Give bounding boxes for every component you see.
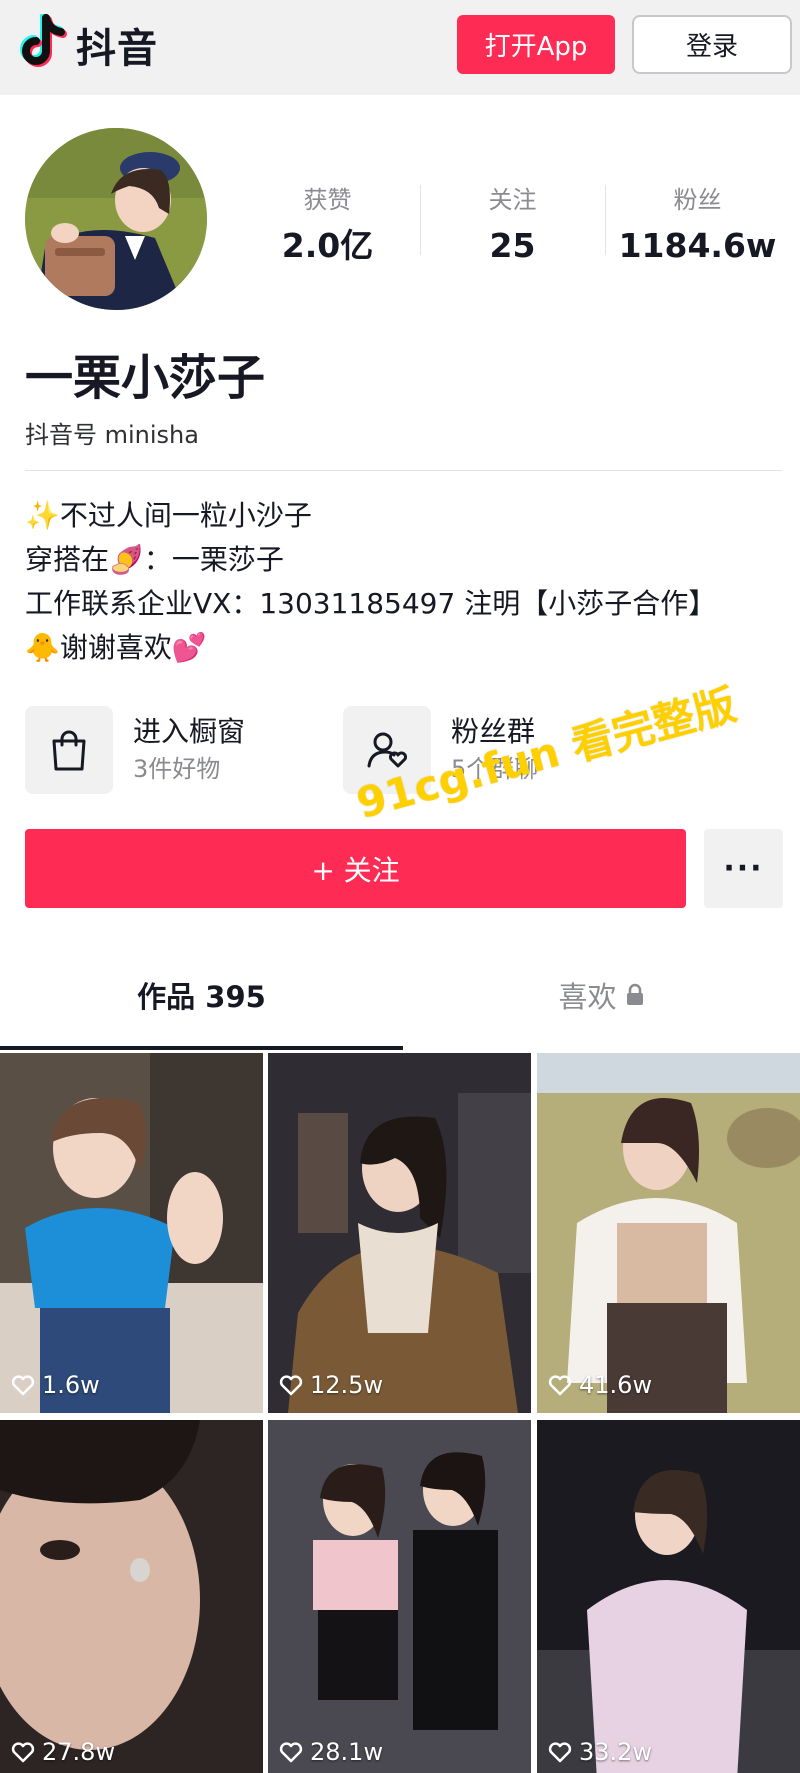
- divider: [25, 470, 782, 471]
- lock-icon: [626, 983, 643, 1005]
- stat-label: 获赞: [303, 186, 352, 214]
- douyin-id: 抖音号 minisha: [25, 421, 199, 449]
- like-count-text: 27.8w: [42, 1738, 116, 1766]
- login-button[interactable]: 登录: [632, 15, 792, 74]
- bio-line: 工作联系企业VX：13031185497 注明【小莎子合作】: [25, 587, 717, 620]
- video-thumbnail: [0, 1053, 263, 1413]
- entry-title: 进入橱窗: [133, 715, 246, 748]
- like-count-text: 12.5w: [310, 1371, 384, 1399]
- video-thumbnail: [0, 1420, 263, 1773]
- heart-icon: [11, 1375, 35, 1396]
- profile-tabs: 作品 395 喜欢: [0, 945, 800, 1050]
- shopping-bag-icon: [25, 706, 113, 794]
- avatar-photo: [25, 128, 207, 310]
- top-bar: 抖音 打开App 登录: [0, 0, 800, 95]
- open-app-button[interactable]: 打开App: [457, 15, 615, 74]
- heart-icon: [548, 1375, 572, 1396]
- video-thumbnail: [537, 1420, 800, 1773]
- video-tile[interactable]: 28.1w: [268, 1420, 531, 1773]
- tab-likes-label: 喜欢: [558, 980, 617, 1014]
- video-thumbnail: [537, 1053, 800, 1413]
- heart-icon: [279, 1375, 303, 1396]
- video-thumbnail: [268, 1420, 531, 1773]
- stat-likes[interactable]: 获赞 2.0亿: [235, 183, 420, 273]
- heart-icon: [548, 1742, 572, 1763]
- heart-icon: [11, 1742, 35, 1763]
- video-like-count: 27.8w: [10, 1738, 115, 1766]
- follow-button[interactable]: + 关注: [25, 829, 686, 908]
- bio-line: 🐥谢谢喜欢💕: [25, 631, 207, 664]
- video-like-count: 41.6w: [547, 1371, 652, 1399]
- video-like-count: 12.5w: [278, 1371, 383, 1399]
- profile-stats: 获赞 2.0亿 关注 25 粉丝 1184.6w: [235, 183, 790, 273]
- shop-window-entry[interactable]: 进入橱窗 3件好物: [25, 706, 245, 794]
- tab-active-indicator: [0, 1046, 403, 1050]
- avatar[interactable]: [25, 128, 207, 310]
- stat-following[interactable]: 关注 25: [420, 183, 605, 273]
- app-logo[interactable]: 抖音: [16, 14, 158, 76]
- tab-works-label: 作品 395: [137, 980, 266, 1014]
- tab-likes[interactable]: 喜欢: [403, 945, 800, 1045]
- video-tile[interactable]: 33.2w: [537, 1420, 800, 1773]
- video-thumbnail: [268, 1053, 531, 1413]
- video-like-count: 1.6w: [10, 1371, 100, 1399]
- like-count-text: 28.1w: [310, 1738, 384, 1766]
- entry-subtitle: 3件好物: [133, 755, 221, 783]
- tab-works[interactable]: 作品 395: [0, 945, 403, 1045]
- stat-label: 关注: [488, 186, 537, 214]
- bio-line: 穿搭在🍠：一栗莎子: [25, 543, 284, 576]
- app-name: 抖音: [76, 26, 158, 72]
- stat-value: 2.0亿: [281, 226, 374, 265]
- stat-followers[interactable]: 粉丝 1184.6w: [605, 183, 790, 273]
- video-tile[interactable]: 27.8w: [0, 1420, 263, 1773]
- video-tile[interactable]: 1.6w: [0, 1053, 263, 1413]
- video-tile[interactable]: 41.6w: [537, 1053, 800, 1413]
- like-count-text: 33.2w: [579, 1738, 653, 1766]
- stat-value: 1184.6w: [618, 226, 777, 265]
- profile-bio: ✨不过人间一粒小沙子 穿搭在🍠：一栗莎子 工作联系企业VX：1303118549…: [25, 494, 785, 670]
- heart-icon: [279, 1742, 303, 1763]
- profile-name: 一栗小莎子: [25, 350, 266, 406]
- stat-value: 25: [489, 226, 536, 265]
- douyin-logo-icon: [20, 14, 67, 67]
- like-count-text: 1.6w: [42, 1371, 100, 1399]
- bio-line: ✨不过人间一粒小沙子: [25, 499, 312, 532]
- video-like-count: 28.1w: [278, 1738, 383, 1766]
- video-tile[interactable]: 12.5w: [268, 1053, 531, 1413]
- more-button[interactable]: ···: [704, 829, 783, 908]
- like-count-text: 41.6w: [579, 1371, 653, 1399]
- video-like-count: 33.2w: [547, 1738, 652, 1766]
- stat-label: 粉丝: [673, 186, 722, 214]
